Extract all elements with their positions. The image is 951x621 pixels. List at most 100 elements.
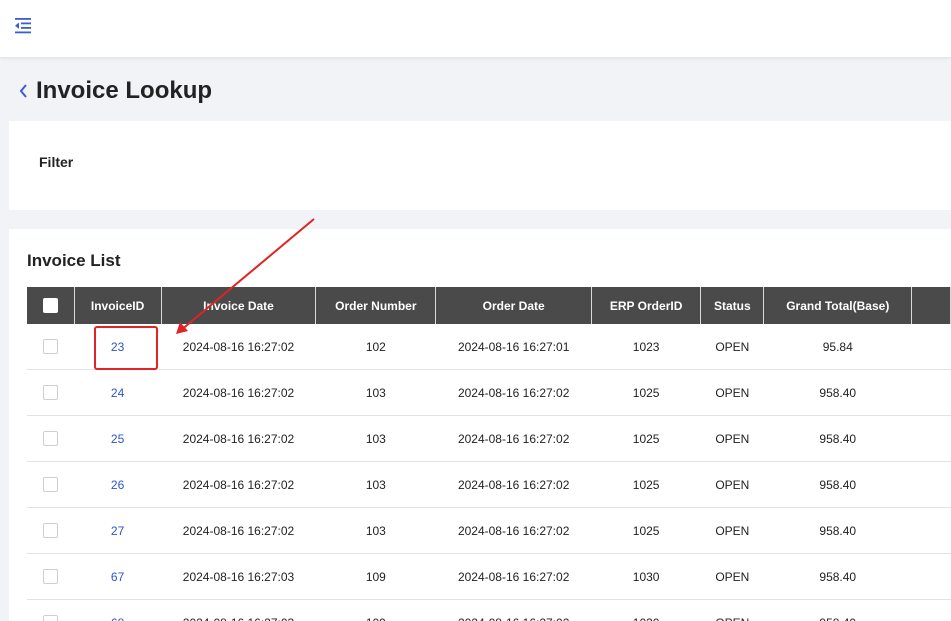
order-date-cell: 2024-08-16 16:27:02: [435, 369, 592, 416]
extra-cell: [911, 415, 951, 462]
filter-card: Filter: [9, 121, 951, 210]
select-all-header: [27, 287, 75, 324]
invoice-date-cell: 2024-08-16 16:27:03: [161, 553, 316, 600]
extra-cell: [911, 553, 951, 600]
menu-fold-icon[interactable]: [13, 16, 33, 36]
table-row[interactable]: 68 2024-08-16 16:27:031092024-08-16 16:27…: [27, 599, 951, 621]
invoice-table: InvoiceID Invoice Date Order Number Orde…: [27, 287, 951, 621]
order-date-cell: 2024-08-16 16:27:01: [435, 324, 592, 370]
status-cell: OPEN: [700, 324, 764, 370]
status-cell: OPEN: [700, 415, 764, 462]
order-number-cell: 103: [315, 415, 436, 462]
row-select-cell: [27, 461, 75, 508]
invoice-id-cell: 26: [74, 461, 162, 508]
order-number-cell: 103: [315, 507, 436, 554]
table-row[interactable]: 23 2024-08-16 16:27:02 102 2024-08-16 16:27…: [27, 324, 951, 370]
invoice-id-link[interactable]: 25: [111, 432, 124, 446]
table-row[interactable]: 25 2024-08-16 16:27:02 103 2024-08-16 16:27…: [27, 415, 951, 462]
order-date-cell: 2024-08-16 16:27:02: [435, 507, 592, 554]
row-select-cell: [27, 507, 75, 554]
table-row[interactable]: 24 2024-08-16 16:27:02 103 2024-08-16 16:27…: [27, 369, 951, 416]
order-number-cell: 103: [315, 369, 436, 416]
invoice-table-body: 23 2024-08-16 16:27:02 102 2024-08-16 16:27…: [27, 324, 951, 621]
column-header[interactable]: Order Number: [315, 287, 437, 324]
invoice-id-link[interactable]: 67: [111, 570, 124, 584]
column-header[interactable]: Invoice Date: [161, 287, 317, 324]
chevron-left-icon[interactable]: [17, 82, 31, 100]
row-checkbox[interactable]: [43, 385, 59, 401]
row-select-cell: [27, 415, 75, 462]
page-title: Invoice Lookup: [36, 77, 213, 104]
order-date-cell: 2024-08-16 16:27:02: [435, 553, 592, 600]
grand-total-cell: 958.40: [763, 599, 912, 621]
invoice-id-link[interactable]: 23: [111, 340, 124, 354]
column-header[interactable]: Grand Total(Base): [763, 287, 913, 324]
invoice-date-cell: 2024-08-16 16:27:02: [161, 461, 316, 508]
invoice-date-cell: 2024-08-16 16:27:02: [161, 415, 316, 462]
order-number-cell: 102: [315, 324, 436, 370]
invoice-list-title: Invoice List: [27, 251, 121, 270]
extra-cell: [911, 461, 951, 508]
column-header[interactable]: Order Date: [435, 287, 593, 324]
order-number-cell: 109: [315, 553, 436, 600]
select-all-checkbox[interactable]: [42, 298, 58, 314]
row-checkbox[interactable]: [43, 339, 59, 355]
invoice-date-cell: 2024-08-16 16:27:02: [161, 369, 316, 416]
row-checkbox[interactable]: [43, 477, 59, 493]
table-header-row: InvoiceID Invoice Date Order Number Orde…: [27, 287, 951, 324]
status-cell: OPEN: [700, 507, 764, 554]
grand-total-cell: 958.40: [763, 461, 912, 508]
erp-order-id-cell: 1025: [591, 461, 701, 508]
order-date-cell: 2024-08-16 16:27:02: [435, 461, 592, 508]
invoice-id-cell: 23: [74, 324, 162, 370]
order-number-cell: 103: [315, 461, 436, 508]
status-cell: OPEN: [700, 461, 764, 508]
invoice-id-link[interactable]: 26: [111, 478, 124, 492]
grand-total-cell: 958.40: [763, 415, 912, 462]
invoice-id-cell: 67: [74, 553, 162, 600]
invoice-date-cell: 2024-08-16 16:27:02: [161, 507, 316, 554]
order-number-cell: 109: [315, 599, 436, 621]
invoice-id-link[interactable]: 27: [111, 524, 124, 538]
column-header[interactable]: [911, 287, 951, 324]
invoice-id-cell: 68: [74, 599, 162, 621]
page-header: Invoice Lookup: [0, 74, 951, 110]
row-checkbox[interactable]: [43, 569, 59, 585]
status-cell: OPEN: [700, 369, 764, 416]
status-cell: OPEN: [700, 553, 764, 600]
extra-cell: [911, 507, 951, 554]
extra-cell: [911, 599, 951, 621]
invoice-date-cell: 2024-08-16 16:27:03: [161, 599, 316, 621]
column-header[interactable]: ERP OrderID: [591, 287, 702, 324]
row-checkbox[interactable]: [43, 523, 59, 539]
erp-order-id-cell: 1025: [591, 507, 701, 554]
invoice-id-cell: 25: [74, 415, 162, 462]
column-header[interactable]: InvoiceID: [74, 287, 162, 324]
order-date-cell: 2024-08-16 16:27:02: [435, 415, 592, 462]
status-cell: OPEN: [700, 599, 764, 621]
grand-total-cell: 958.40: [763, 369, 912, 416]
top-bar: [0, 0, 951, 58]
row-select-cell: [27, 369, 75, 416]
table-row[interactable]: 27 2024-08-16 16:27:02 103 2024-08-16 16:27…: [27, 507, 951, 554]
row-checkbox[interactable]: [43, 615, 59, 621]
order-date-cell: 2024-08-16 16:27:02: [435, 599, 592, 621]
invoice-id-link[interactable]: 24: [111, 386, 124, 400]
invoice-date-cell: 2024-08-16 16:27:02: [161, 324, 316, 370]
filter-title[interactable]: Filter: [39, 154, 73, 170]
row-select-cell: [27, 599, 75, 621]
table-row[interactable]: 26 2024-08-16 16:27:02 103 2024-08-16 16:27…: [27, 461, 951, 508]
row-select-cell: [27, 324, 75, 370]
extra-cell: [911, 369, 951, 416]
column-header[interactable]: Status: [700, 287, 765, 324]
grand-total-cell: 95.84: [763, 324, 912, 370]
erp-order-id-cell: 1030: [591, 553, 701, 600]
invoice-id-link[interactable]: 68: [111, 616, 124, 621]
erp-order-id-cell: 1025: [591, 369, 701, 416]
erp-order-id-cell: 1025: [591, 415, 701, 462]
invoice-list-card: Invoice List InvoiceID Invoice Date Orde…: [9, 229, 951, 621]
invoice-id-cell: 27: [74, 507, 162, 554]
table-row[interactable]: 67 2024-08-16 16:27:03 109 2024-08-16 16:27…: [27, 553, 951, 600]
row-checkbox[interactable]: [43, 431, 59, 447]
row-select-cell: [27, 553, 75, 600]
